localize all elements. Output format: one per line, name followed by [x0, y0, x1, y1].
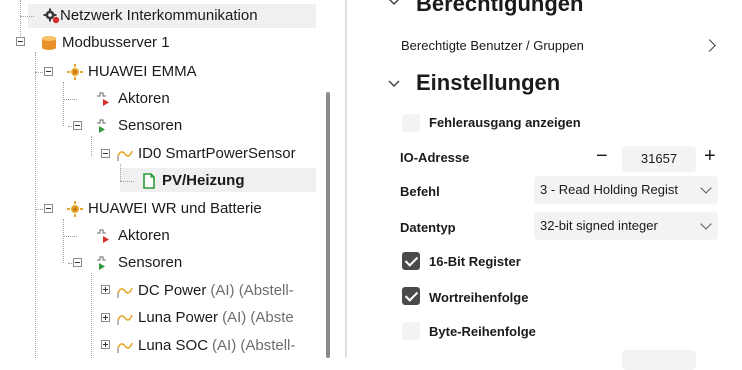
tree-item-luna-soc[interactable]: Luna SOC (AI) (Abstell-	[116, 334, 295, 358]
gear-alert-icon	[42, 8, 60, 24]
tree-connector	[120, 164, 121, 181]
panel-divider[interactable]	[345, 0, 347, 358]
chevron-down-icon	[700, 218, 712, 230]
befehl-select-value: 3 - Read Holding Regist	[540, 182, 679, 197]
section-title-berechtigungen[interactable]: Berechtigungen	[416, 0, 583, 17]
tree-item-huawei-wr[interactable]: HUAWEI WR und Batterie	[66, 197, 262, 221]
expander-id0[interactable]	[101, 149, 110, 158]
tree-scrollbar-thumb[interactable]	[326, 92, 330, 358]
expander-luna-power[interactable]	[101, 313, 110, 322]
expander-luna-soc[interactable]	[101, 340, 110, 349]
byte-reihenfolge-label: Byte-Reihenfolge	[429, 324, 536, 339]
sensor-wave-icon	[116, 310, 134, 326]
wortreihenfolge-checkbox[interactable]	[402, 287, 420, 305]
document-icon	[140, 173, 158, 189]
datentyp-label: Datentyp	[400, 220, 456, 235]
device-sun-icon	[66, 201, 84, 217]
berechtigte-benutzer-label[interactable]: Berechtigte Benutzer / Gruppen	[401, 38, 584, 53]
expander-huawei-emma[interactable]	[44, 67, 53, 76]
tree-connector	[35, 52, 36, 358]
io-adresse-input[interactable]: 31657	[622, 146, 696, 172]
chevron-down-icon[interactable]	[388, 0, 400, 6]
bit16-register-checkbox[interactable]	[402, 252, 420, 270]
expander-dc-power[interactable]	[101, 285, 110, 294]
tree-item-sensoren-wr[interactable]: Sensoren	[96, 251, 182, 275]
tree-item-modbusserver[interactable]: Modbusserver 1	[40, 31, 170, 55]
actuator-icon	[96, 228, 114, 244]
tree-item-suffix: (AI) (Abstell-	[210, 282, 294, 299]
byte-reihenfolge-checkbox[interactable]	[402, 322, 420, 340]
tree-item-label: Luna Power	[138, 309, 219, 326]
tree-item-label: ID0 SmartPowerSensor	[138, 145, 296, 162]
tree-item-huawei-emma[interactable]: HUAWEI EMMA	[66, 60, 197, 84]
befehl-label: Befehl	[400, 184, 440, 199]
tree-item-suffix: (AI) (Abste	[222, 309, 294, 326]
sensor-wave-icon	[116, 146, 134, 162]
tree-connector	[63, 236, 77, 237]
tree-connector	[91, 136, 92, 156]
decrement-button[interactable]: −	[596, 146, 608, 166]
tree-item-netzwerk[interactable]: Netzwerk Interkommunikation	[42, 4, 258, 28]
expander-sensoren-wr[interactable]	[73, 258, 82, 267]
tree-item-aktoren-wr[interactable]: Aktoren	[96, 224, 170, 248]
tree-item-label: Sensoren	[118, 254, 183, 271]
tree-item-id0[interactable]: ID0 SmartPowerSensor	[116, 142, 296, 166]
tree-connector	[120, 181, 134, 182]
fehlerausgang-checkbox[interactable]	[402, 114, 420, 132]
tree-item-aktoren-emma[interactable]: Aktoren	[96, 87, 170, 111]
tree-panel[interactable]: Netzwerk Interkommunikation Modbusserver…	[0, 0, 318, 358]
sensor-icon	[96, 255, 114, 271]
datentyp-select[interactable]: 32-bit signed integer	[534, 212, 718, 240]
tree-item-label: Modbusserver 1	[62, 34, 170, 51]
tree-item-suffix: (AI) (Abstell-	[212, 337, 296, 354]
tree-item-label: Netzwerk Interkommunikation	[60, 7, 258, 24]
tree-connector	[63, 219, 64, 263]
sensor-icon	[96, 118, 114, 134]
actuator-icon	[96, 91, 114, 107]
chevron-right-icon[interactable]	[703, 39, 716, 52]
tree-connector	[63, 82, 64, 126]
tree-connector	[91, 273, 92, 358]
tree-item-dc-power[interactable]: DC Power (AI) (Abstell-	[116, 279, 294, 303]
sensor-wave-icon	[116, 283, 134, 299]
tree-item-label: HUAWEI EMMA	[88, 63, 197, 80]
tree-connector	[63, 99, 77, 100]
tree-connector	[35, 209, 43, 210]
tree-item-label: Aktoren	[118, 227, 170, 244]
section-title-einstellungen[interactable]: Einstellungen	[416, 70, 560, 96]
fehlerausgang-label: Fehlerausgang anzeigen	[429, 115, 581, 130]
tree-item-label: PV/Heizung	[162, 172, 245, 189]
tree-connector	[20, 16, 34, 17]
tree-connector	[35, 72, 43, 73]
next-input-field[interactable]	[622, 350, 696, 370]
tree-item-luna-power[interactable]: Luna Power (AI) (Abste	[116, 306, 294, 330]
wortreihenfolge-label: Wortreihenfolge	[429, 290, 529, 305]
properties-panel: Berechtigungen Berechtigte Benutzer / Gr…	[348, 0, 742, 370]
expander-sensoren-emma[interactable]	[73, 121, 82, 130]
tree-connector	[20, 0, 21, 36]
expander-modbusserver[interactable]	[16, 37, 25, 46]
tree-item-label: DC Power	[138, 282, 207, 299]
tree-item-pv-heizung[interactable]: PV/Heizung	[140, 169, 245, 193]
chevron-down-icon[interactable]	[388, 76, 400, 88]
tree-item-label: Sensoren	[118, 117, 183, 134]
datentyp-select-value: 32-bit signed integer	[540, 218, 658, 233]
tree-item-label: Aktoren	[118, 90, 170, 107]
io-adresse-label: IO-Adresse	[400, 150, 470, 165]
chevron-down-icon	[700, 182, 712, 194]
tree-item-sensoren-emma[interactable]: Sensoren	[96, 114, 182, 138]
increment-button[interactable]: +	[704, 146, 716, 166]
tree-item-label: HUAWEI WR und Batterie	[88, 200, 262, 217]
device-sun-icon	[66, 64, 84, 80]
sensor-wave-icon	[116, 338, 134, 354]
database-icon	[40, 35, 58, 51]
befehl-select[interactable]: 3 - Read Holding Regist	[534, 176, 718, 204]
bit16-register-label: 16-Bit Register	[429, 254, 521, 269]
expander-huawei-wr[interactable]	[44, 204, 53, 213]
tree-item-label: Luna SOC	[138, 337, 209, 354]
